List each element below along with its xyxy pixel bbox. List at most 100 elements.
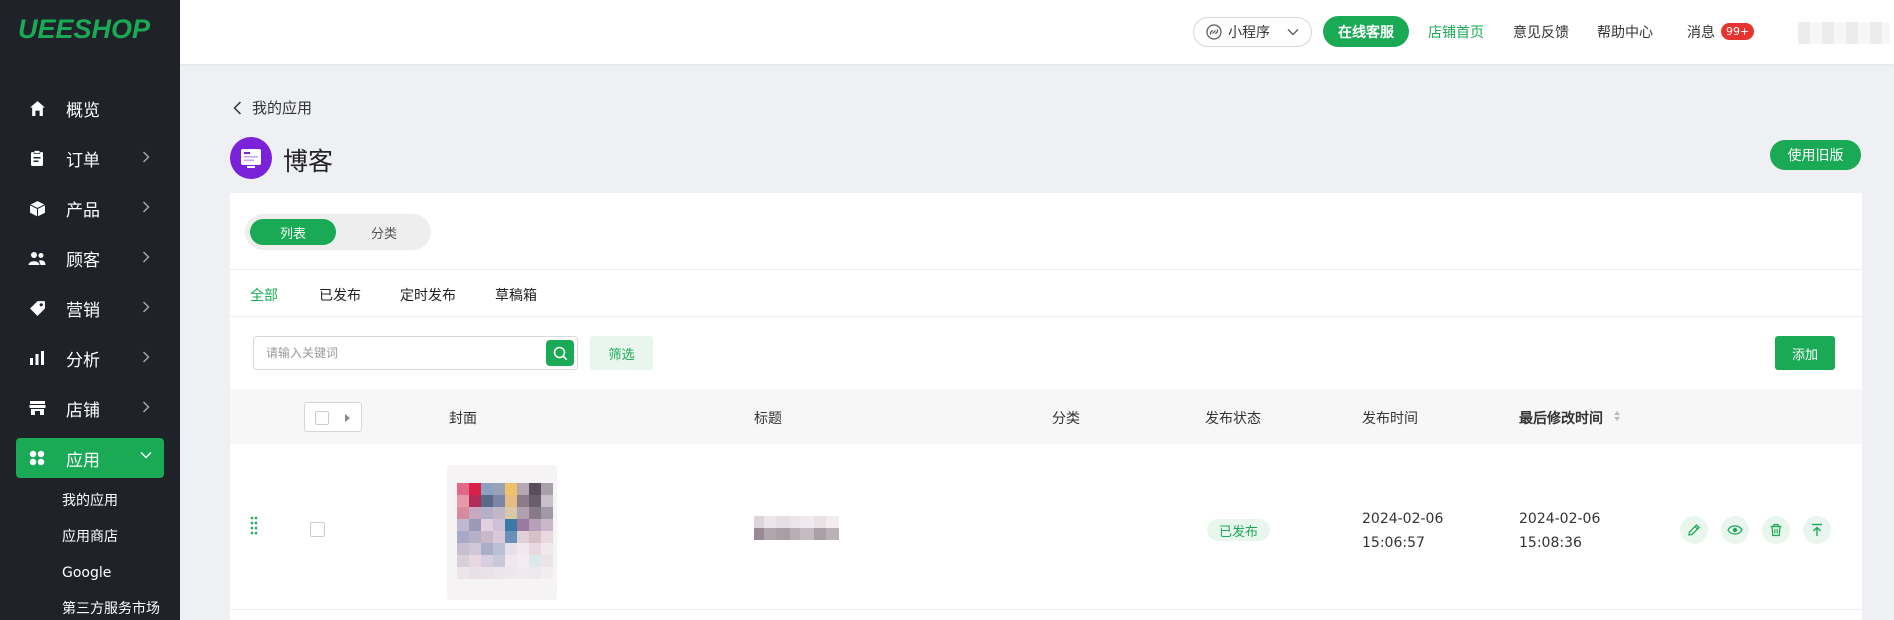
divider (230, 269, 1862, 270)
back-label: 我的应用 (252, 99, 313, 117)
sidebar-item-store[interactable]: 店铺 (0, 383, 180, 433)
sidebar-nav: 概览 订单 产品 顾客 营销 分析 店铺 应用 我的应用 应用商店 Google… (0, 83, 180, 620)
online-service-button[interactable]: 在线客服 (1323, 16, 1409, 47)
pin-top-icon (1812, 523, 1822, 536)
column-category: 分类 (1052, 411, 1080, 427)
users-icon (28, 249, 46, 267)
chevron-down-icon (140, 452, 152, 459)
sidebar: UEESHOP 概览 订单 产品 顾客 营销 分析 店铺 应用 我的应用 应用商… (0, 0, 180, 620)
chevron-down-icon (1287, 29, 1299, 36)
published-clock-text: 15:06:57 (1362, 535, 1425, 551)
cover-thumbnail[interactable] (447, 465, 557, 600)
row-checkbox[interactable] (310, 522, 325, 537)
tab-drafts[interactable]: 草稿箱 (495, 285, 537, 305)
sidebar-item-analytics[interactable]: 分析 (0, 333, 180, 383)
drag-handle-icon[interactable] (250, 516, 258, 536)
user-account-menu[interactable] (1798, 22, 1890, 44)
modified-date-text: 2024-02-06 (1519, 511, 1601, 527)
store-icon (28, 399, 46, 417)
add-button[interactable]: 添加 (1775, 336, 1835, 370)
sidebar-item-label: 产品 (66, 200, 100, 221)
sidebar-item-label: 订单 (66, 150, 100, 171)
search-input[interactable] (255, 338, 545, 368)
view-toggle-list[interactable]: 列表 (250, 219, 336, 245)
bar-chart-icon (28, 349, 46, 367)
chevron-right-icon (143, 401, 150, 413)
sidebar-item-apps[interactable]: 应用 (16, 438, 164, 478)
divider (230, 316, 1862, 317)
edit-button[interactable] (1680, 516, 1708, 544)
tab-scheduled[interactable]: 定时发布 (400, 285, 456, 305)
home-icon (28, 99, 46, 117)
page-title: 博客 (283, 147, 334, 176)
bulk-select-dropdown[interactable] (304, 402, 362, 432)
post-title-redacted[interactable] (754, 516, 839, 540)
content-card: 列表 分类 全部 已发布 定时发布 草稿箱 筛选 添加 封面 标题 分类 发布状… (230, 193, 1862, 620)
column-status: 发布状态 (1205, 411, 1261, 427)
sidebar-sub-google[interactable]: Google (62, 555, 180, 591)
sidebar-sub-my-apps[interactable]: 我的应用 (62, 483, 180, 519)
view-toggle-category[interactable]: 分类 (342, 219, 426, 245)
column-cover: 封面 (449, 411, 477, 427)
pin-to-top-button[interactable] (1803, 516, 1831, 544)
help-center-link[interactable]: 帮助中心 (1597, 22, 1653, 42)
back-link[interactable]: 我的应用 (233, 97, 312, 118)
column-published-time: 发布时间 (1362, 411, 1418, 427)
sidebar-item-customers[interactable]: 顾客 (0, 233, 180, 283)
published-date-text: 2024-02-06 (1362, 511, 1444, 527)
sidebar-item-label: 店铺 (66, 400, 100, 421)
sidebar-item-label: 概览 (66, 100, 100, 121)
sidebar-item-overview[interactable]: 概览 (0, 83, 180, 133)
sidebar-item-orders[interactable]: 订单 (0, 133, 180, 183)
sidebar-item-label: 应用 (66, 450, 100, 471)
view-toggle: 列表 分类 (245, 214, 431, 250)
sidebar-sub-app-store[interactable]: 应用商店 (62, 519, 180, 555)
logo[interactable]: UEESHOP (18, 14, 150, 45)
tag-icon (28, 299, 46, 317)
apps-grid-icon (28, 449, 46, 467)
search-icon (553, 346, 567, 360)
mini-program-label: 小程序 (1228, 25, 1270, 41)
blog-app-icon (230, 137, 272, 179)
top-bar: 小程序 在线客服 店铺首页 意见反馈 帮助中心 消息 99+ (180, 0, 1894, 64)
trash-icon (1770, 523, 1782, 537)
box-icon (28, 199, 46, 217)
table-row: 已发布 2024-02-06 15:06:57 2024-02-06 15:08… (230, 444, 1862, 610)
edit-icon (1688, 524, 1700, 536)
modified-clock-text: 15:08:36 (1519, 535, 1582, 551)
eye-icon (1727, 525, 1743, 535)
delete-button[interactable] (1762, 516, 1790, 544)
sidebar-sub-third-party[interactable]: 第三方服务市场 (62, 591, 180, 620)
tab-all[interactable]: 全部 (250, 285, 278, 305)
messages-badge: 99+ (1721, 23, 1755, 40)
sidebar-item-label: 营销 (66, 300, 100, 321)
chevron-right-icon (143, 251, 150, 263)
sidebar-item-marketing[interactable]: 营销 (0, 283, 180, 333)
select-all-checkbox[interactable] (315, 411, 329, 425)
preview-button[interactable] (1721, 516, 1749, 544)
column-title: 标题 (754, 411, 782, 427)
sort-icon[interactable] (1613, 410, 1621, 422)
sidebar-item-label: 分析 (66, 350, 100, 371)
published-time: 2024-02-06 15:06:57 (1362, 507, 1443, 555)
search-box (253, 336, 578, 370)
modified-time: 2024-02-06 15:08:36 (1519, 507, 1600, 555)
caret-right-icon (345, 414, 350, 422)
chevron-left-icon (233, 100, 242, 115)
store-home-link[interactable]: 店铺首页 (1428, 22, 1484, 42)
chevron-right-icon (143, 151, 150, 163)
chevron-right-icon (143, 351, 150, 363)
tab-published[interactable]: 已发布 (319, 285, 361, 305)
messages-link[interactable]: 消息 (1687, 22, 1715, 42)
feedback-link[interactable]: 意见反馈 (1513, 22, 1569, 42)
column-modified-time[interactable]: 最后修改时间 (1519, 408, 1603, 428)
sidebar-item-products[interactable]: 产品 (0, 183, 180, 233)
mini-program-dropdown[interactable]: 小程序 (1193, 17, 1312, 47)
search-button[interactable] (546, 340, 574, 366)
sidebar-subnav: 我的应用 应用商店 Google 第三方服务市场 (0, 483, 180, 620)
filter-button[interactable]: 筛选 (590, 336, 653, 370)
use-old-version-button[interactable]: 使用旧版 (1770, 140, 1861, 170)
sidebar-item-label: 顾客 (66, 250, 100, 271)
chevron-right-icon (143, 201, 150, 213)
clipboard-icon (28, 149, 46, 167)
